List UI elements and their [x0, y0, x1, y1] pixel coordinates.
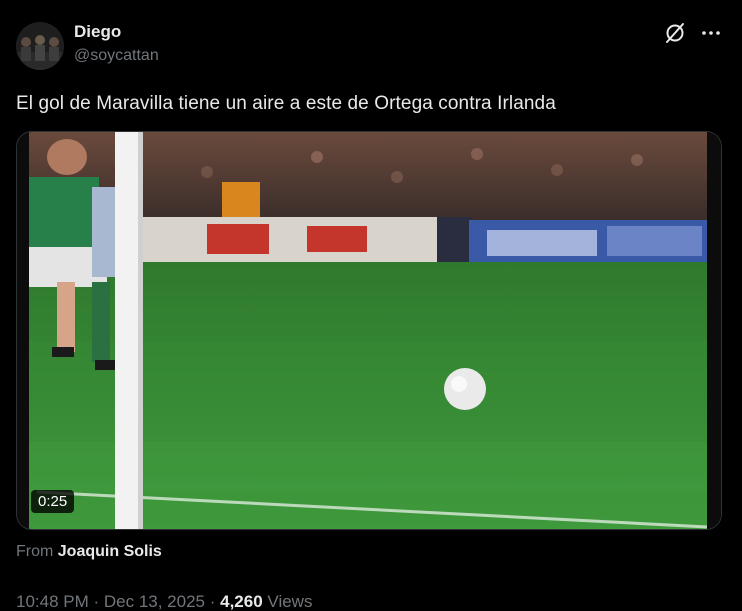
tweet-date[interactable]: Dec 13, 2025	[104, 592, 205, 611]
views-count[interactable]: 4,260	[220, 592, 263, 611]
views-label: Views	[267, 592, 313, 611]
avatar[interactable]	[16, 22, 64, 70]
grok-icon[interactable]	[663, 21, 687, 45]
video-duration-badge: 0:25	[31, 490, 75, 513]
tweet-text: El gol de Maravilla tiene un aire a este…	[16, 93, 556, 114]
video-frame	[17, 132, 721, 529]
tweet: Diego @soycattan El gol de Maravilla tie…	[0, 0, 742, 611]
handle[interactable]: @soycattan	[74, 47, 159, 65]
attribution-author-link[interactable]: Joaquin Solis	[58, 543, 162, 560]
avatar-image	[16, 22, 64, 70]
meta-separator: ·	[88, 592, 104, 611]
video-attribution: From Joaquin Solis	[16, 543, 162, 561]
meta-separator-2: ·	[205, 592, 221, 611]
more-icon[interactable]	[699, 21, 723, 45]
attribution-prefix: From	[16, 543, 54, 560]
video-player[interactable]: 0:25	[16, 131, 722, 530]
tweet-time[interactable]: 10:48 PM	[16, 592, 89, 611]
tweet-meta: 10:48 PM · Dec 13, 2025 · 4,260 Views	[16, 592, 312, 611]
display-name[interactable]: Diego	[74, 22, 121, 42]
